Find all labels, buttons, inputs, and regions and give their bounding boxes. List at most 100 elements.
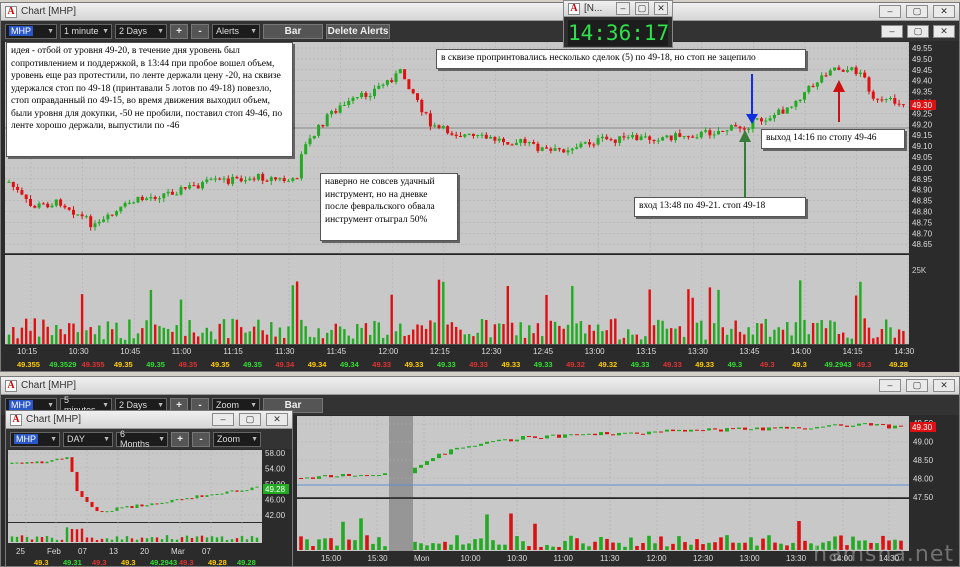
maximize-button[interactable]: ▢ bbox=[906, 379, 928, 392]
maximize-button[interactable]: ▢ bbox=[906, 5, 928, 18]
maximize-button[interactable]: ▢ bbox=[239, 413, 261, 426]
candle-body bbox=[335, 476, 339, 478]
time-axis-label: 12:00 bbox=[378, 347, 399, 356]
volume-bar bbox=[743, 334, 746, 344]
candle-body bbox=[390, 80, 394, 83]
candle-body bbox=[195, 495, 199, 499]
zoom-in-button[interactable]: + bbox=[170, 23, 188, 39]
volume-bar bbox=[330, 329, 333, 344]
candle-body bbox=[515, 439, 519, 442]
volume-bar bbox=[683, 542, 687, 550]
minimize-button[interactable]: – bbox=[212, 413, 234, 426]
volume-bar bbox=[618, 339, 621, 344]
candle-body bbox=[471, 133, 475, 136]
volume-bar bbox=[135, 539, 139, 542]
candle-body bbox=[65, 457, 69, 460]
volume-bar bbox=[373, 320, 376, 344]
close-button[interactable]: ✕ bbox=[933, 5, 955, 18]
candle-body bbox=[725, 130, 729, 132]
volume-bar bbox=[68, 323, 71, 344]
volume-bar bbox=[455, 535, 459, 550]
minimize-button[interactable]: – bbox=[881, 24, 903, 38]
close-button[interactable]: ✕ bbox=[933, 379, 955, 392]
zoom-out-button[interactable]: - bbox=[192, 431, 210, 447]
volume-bar bbox=[781, 329, 785, 344]
bar-button[interactable]: Bar bbox=[263, 23, 323, 39]
candle-body bbox=[677, 429, 681, 432]
time-axis-label: 13:00 bbox=[585, 347, 606, 356]
chevron-down-icon: ▼ bbox=[158, 435, 165, 443]
volume-bar bbox=[803, 540, 807, 550]
price-axis-label: 46.00 bbox=[265, 496, 286, 505]
minimize-button[interactable]: – bbox=[879, 5, 901, 18]
chevron-down-icon: ▼ bbox=[47, 401, 54, 409]
volume-bar bbox=[184, 335, 187, 344]
maximize-button[interactable]: ▢ bbox=[907, 24, 929, 38]
interval-select[interactable]: DAY ▼ bbox=[63, 431, 113, 447]
candle-body bbox=[669, 135, 673, 141]
price-axis-label: 49.00 bbox=[913, 438, 934, 447]
zoom-select[interactable]: Zoom ▼ bbox=[213, 431, 261, 447]
bottom-window-titlebar[interactable]: A Chart [MHP] – ▢ ✕ bbox=[1, 377, 959, 395]
close-button[interactable]: ✕ bbox=[654, 2, 668, 15]
volume-bar bbox=[485, 514, 489, 550]
minimize-button[interactable]: – bbox=[879, 379, 901, 392]
volume-bar bbox=[472, 336, 475, 344]
close-button[interactable]: ✕ bbox=[933, 24, 955, 38]
volume-bar bbox=[304, 326, 307, 344]
volume-bar bbox=[816, 322, 819, 344]
maximize-button[interactable]: ▢ bbox=[635, 2, 649, 15]
volume-bar bbox=[305, 539, 309, 550]
candle-body bbox=[467, 446, 471, 448]
candle-body bbox=[828, 70, 832, 76]
price-axis-label: 49.00 bbox=[912, 164, 933, 173]
volume-bar bbox=[364, 323, 368, 344]
volume-bar bbox=[360, 327, 363, 344]
price-axis-label: 48.80 bbox=[912, 208, 933, 217]
candle-body bbox=[701, 430, 705, 432]
volume-bar bbox=[136, 333, 140, 344]
symbol-select[interactable]: MHP ▼ bbox=[5, 23, 57, 39]
minimize-button[interactable]: – bbox=[616, 2, 630, 15]
candle-body bbox=[11, 181, 15, 187]
symbol-select[interactable]: MHP ▼ bbox=[10, 431, 60, 447]
price-axis-label: 49.40 bbox=[912, 77, 933, 86]
volume-bar bbox=[601, 331, 604, 344]
candle-body bbox=[815, 82, 819, 87]
candle-body bbox=[665, 429, 669, 432]
candle-body bbox=[777, 109, 781, 115]
candle-body bbox=[622, 136, 626, 138]
volume-bar bbox=[571, 285, 574, 344]
volume-bar bbox=[743, 542, 747, 550]
volume-bar bbox=[863, 318, 866, 344]
clock-titlebar[interactable]: A [N... – ▢ ✕ bbox=[564, 1, 672, 17]
candle-body bbox=[875, 424, 879, 426]
volume-bar bbox=[12, 327, 15, 344]
volume-bar bbox=[811, 322, 815, 344]
time-axis-label: 14:00 bbox=[791, 347, 812, 356]
candle-body bbox=[110, 510, 114, 512]
candle-body bbox=[539, 437, 543, 439]
volume-bar bbox=[369, 334, 372, 344]
daily-window-titlebar[interactable]: A Chart [MHP] – ▢ ✕ bbox=[6, 411, 292, 429]
close-button[interactable]: ✕ bbox=[266, 413, 288, 426]
current-price-label: 49.30 bbox=[912, 423, 933, 432]
zoom-in-button[interactable]: + bbox=[171, 431, 189, 447]
range-select[interactable]: 2 Days ▼ bbox=[115, 23, 167, 39]
interval-select[interactable]: 1 minute ▼ bbox=[60, 23, 112, 39]
candle-body bbox=[566, 150, 570, 153]
range-select[interactable]: 6 Months ▼ bbox=[116, 429, 168, 449]
volume-bar bbox=[791, 542, 795, 550]
candle-body bbox=[893, 425, 897, 429]
candle-body bbox=[359, 475, 363, 477]
top-window-titlebar[interactable]: A Chart [MHP] – ▢ ✕ bbox=[1, 3, 959, 21]
zoom-out-button[interactable]: - bbox=[191, 23, 209, 39]
candle-body bbox=[648, 136, 652, 140]
candle-body bbox=[377, 85, 381, 89]
candle-body bbox=[596, 138, 600, 145]
time-axis-label: 15:00 bbox=[321, 554, 342, 563]
delete-alerts-button[interactable]: Delete Alerts bbox=[326, 23, 390, 39]
daily-chart[interactable]: 58.0054.0050.0046.0042.00 25Feb071320Mar… bbox=[6, 450, 292, 567]
volume-bar bbox=[10, 536, 14, 542]
alerts-select[interactable]: Alerts ▼ bbox=[212, 23, 260, 39]
